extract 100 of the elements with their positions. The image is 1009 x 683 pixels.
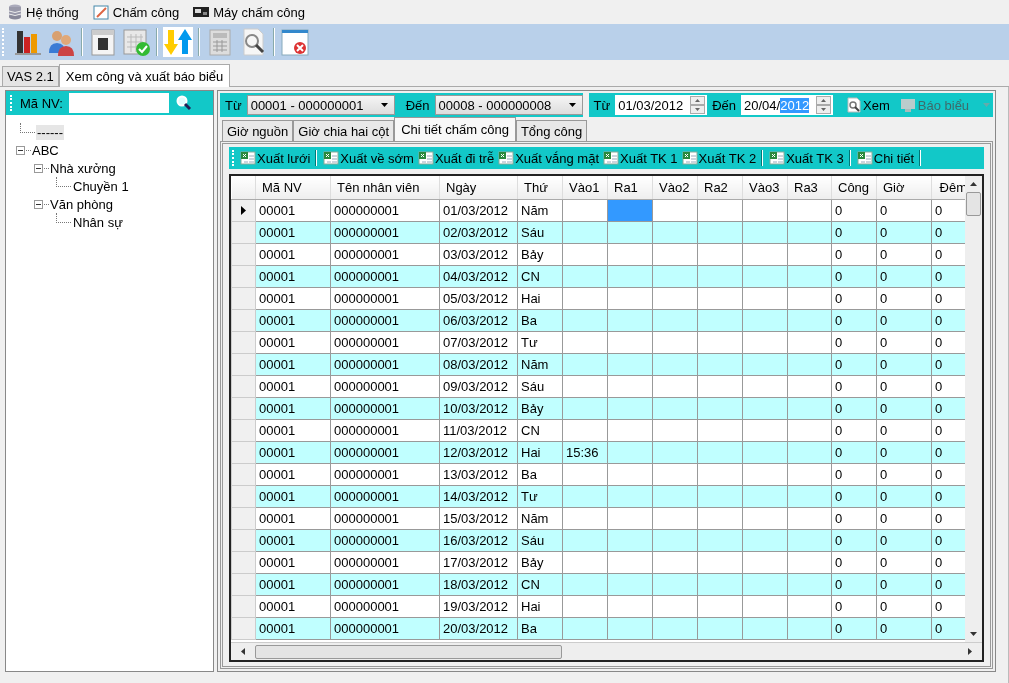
table-cell: 15/03/2012 (439, 507, 518, 530)
spreadsheet-icon (498, 150, 515, 166)
export-button[interactable]: Xuất đi trễ (417, 150, 495, 166)
collapse-icon[interactable] (34, 163, 43, 173)
table-cell: 05/03/2012 (439, 287, 518, 310)
tree-item[interactable]: ABC (31, 142, 60, 158)
table-cell: Năm (517, 507, 563, 530)
scroll-left-icon[interactable] (241, 648, 245, 655)
dropdown-arrow-icon (983, 103, 991, 107)
table-cell: 11/03/2012 (439, 419, 518, 442)
table-cell: Hai (517, 287, 563, 310)
column-header[interactable]: Vào2 (652, 176, 698, 200)
table-cell: 000000001 (330, 507, 440, 530)
employee-dropdown[interactable]: 00008 - 000000008 (434, 95, 583, 115)
device-icon (193, 6, 210, 18)
table-cell: 000000001 (330, 331, 440, 354)
tab[interactable]: Giờ nguồn (222, 120, 294, 141)
row-header[interactable] (231, 199, 256, 222)
table-cell: 0 (831, 375, 877, 398)
export-button[interactable]: Chi tiết (856, 150, 921, 166)
table-cell: 000000001 (330, 375, 440, 398)
up-down-arrows-icon[interactable] (163, 27, 193, 57)
search-icon[interactable] (175, 95, 192, 111)
table-cell: Ba (517, 463, 563, 486)
export-button[interactable]: Xuất TK 3 (769, 150, 850, 166)
monitor-icon (899, 97, 916, 113)
employee-dropdown[interactable]: 00001 - 000000001 (246, 95, 395, 115)
tree-item[interactable]: Văn phòng (49, 196, 114, 212)
column-header[interactable]: Mã NV (255, 176, 331, 200)
tab[interactable]: Xem công và xuất báo biểu (58, 64, 231, 87)
calendar-icon[interactable] (88, 27, 118, 57)
search-field[interactable] (68, 93, 169, 113)
column-header[interactable]: Tên nhân viên (330, 176, 440, 200)
export-button[interactable]: Xuất TK 1 (603, 150, 678, 166)
table-cell: 00001 (255, 287, 331, 310)
table-cell: 13/03/2012 (439, 463, 518, 486)
table-cell: 0 (876, 551, 932, 574)
field-label: Từ (592, 97, 612, 113)
column-header[interactable]: Ra2 (697, 176, 743, 200)
date-field[interactable]: 20/04/2012 (741, 95, 834, 115)
magnifier-icon (847, 97, 862, 113)
table-cell: 0 (831, 199, 877, 222)
close-window-icon[interactable] (280, 27, 310, 57)
table-cell: 0 (831, 287, 877, 310)
column-header[interactable]: Vào3 (742, 176, 788, 200)
collapse-icon[interactable] (16, 145, 25, 155)
table-cell: CN (517, 419, 563, 442)
tree-item[interactable]: Nhân sự (72, 214, 124, 230)
calendar-check-icon[interactable] (121, 27, 151, 57)
vertical-scrollbar[interactable] (965, 176, 982, 642)
horizontal-scrollbar[interactable] (231, 642, 982, 660)
column-header[interactable]: Ngày (439, 176, 518, 200)
column-header[interactable]: Vào1 (562, 176, 608, 200)
column-header[interactable]: Ra1 (607, 176, 653, 200)
table-cell: 0 (876, 419, 932, 442)
scroll-right-icon[interactable] (968, 648, 972, 655)
table-cell: Sáu (517, 375, 563, 398)
scroll-thumb[interactable] (255, 644, 562, 659)
table-cell: 0 (831, 595, 877, 618)
table-cell: 000000001 (330, 243, 440, 266)
tab[interactable]: Giờ chia hai cột (293, 120, 395, 141)
export-button[interactable]: Xuất TK 2 (681, 150, 763, 166)
table-cell: 09/03/2012 (439, 375, 518, 398)
date-field[interactable]: 01/03/2012 (615, 95, 708, 115)
export-button[interactable]: Xuất về sớm (323, 150, 414, 166)
column-header[interactable]: Công (831, 176, 877, 200)
tree-item[interactable]: ------ (36, 124, 64, 140)
table-cell: 01/03/2012 (439, 199, 518, 222)
tab[interactable]: VAS 2.1 (2, 66, 59, 86)
table-cell: Tư (517, 331, 563, 354)
table-cell: 0 (831, 463, 877, 486)
table-cell: 0 (831, 243, 877, 266)
scroll-thumb[interactable] (966, 192, 981, 216)
export-button[interactable]: Xuất vắng mặt (498, 150, 599, 166)
spreadsheet-icon (323, 150, 340, 166)
field-label: Đến (404, 97, 431, 113)
scroll-down-icon[interactable] (970, 632, 977, 636)
edit-icon (92, 4, 109, 20)
menu-item[interactable]: Máy chấm công (193, 4, 305, 20)
view-button[interactable]: Xem (847, 97, 890, 113)
column-header[interactable]: Ra3 (787, 176, 832, 200)
column-header[interactable]: Thứ (517, 176, 563, 200)
spreadsheet-icon (769, 150, 786, 166)
tree-item[interactable]: Chuyền 1 (72, 178, 130, 194)
scroll-up-icon[interactable] (970, 182, 977, 186)
column-header[interactable]: Giờ (876, 176, 932, 200)
dropdown-arrow-icon (568, 103, 576, 107)
menu-item[interactable]: Chấm công (92, 4, 180, 20)
collapse-icon[interactable] (34, 199, 43, 209)
table-cell: Bảy (517, 243, 563, 266)
menu-item[interactable]: Hệ thống (8, 4, 79, 20)
table-cell: 00001 (255, 199, 331, 222)
export-button[interactable]: Xuất lưới (240, 150, 317, 166)
tab[interactable]: Chi tiết chấm công (394, 117, 516, 141)
tab[interactable]: Tổng công (515, 120, 588, 141)
table-cell: 000000001 (330, 287, 440, 310)
tree-item[interactable]: Nhà xưởng (49, 160, 117, 176)
table-cell: Bảy (517, 551, 563, 574)
spreadsheet-icon (240, 150, 256, 166)
field-label: Từ (224, 97, 243, 113)
